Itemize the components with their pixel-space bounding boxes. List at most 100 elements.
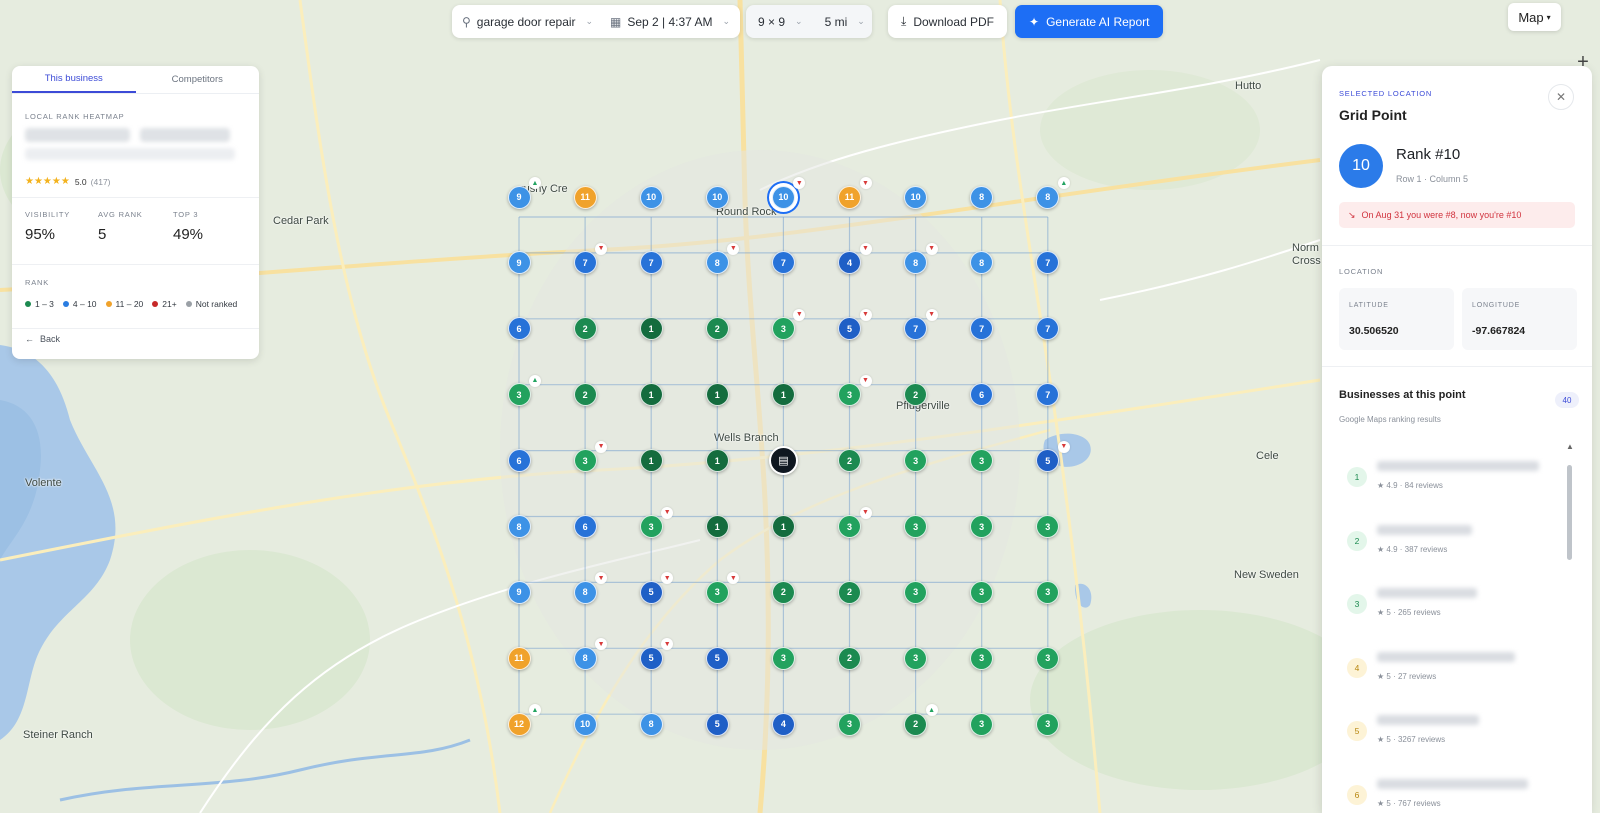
grid-point[interactable]: 3: [904, 580, 928, 604]
grid-point[interactable]: 8: [970, 185, 994, 209]
scroll-up-icon[interactable]: ▲: [1566, 442, 1574, 451]
radius-value: 5 mi: [824, 14, 848, 29]
rank-change-alert: ↘ On Aug 31 you were #8, now you're #10: [1339, 202, 1575, 228]
business-name-blurred: [1377, 778, 1529, 789]
radius-select[interactable]: 5 mi ⌄: [815, 5, 875, 38]
stat-avg-rank: AVG RANK 5: [98, 210, 143, 243]
tab-competitors[interactable]: Competitors: [136, 66, 260, 93]
business-list-item[interactable]: 5 ★ 5 · 3267 reviews: [1339, 707, 1559, 757]
grid-point[interactable]: 6: [507, 449, 531, 473]
grid-point[interactable]: 3: [904, 515, 928, 538]
grid-point[interactable]: 7: [639, 251, 663, 275]
grid-point[interactable]: 5: [639, 580, 663, 604]
grid-point[interactable]: 10: [904, 185, 928, 209]
grid-point[interactable]: 9: [507, 580, 531, 604]
grid-point[interactable]: 8: [573, 580, 597, 604]
scrollbar-thumb[interactable]: [1567, 465, 1572, 560]
grid-point[interactable]: 1: [771, 383, 795, 407]
divider: [12, 328, 259, 329]
generate-ai-report-button[interactable]: ✦ Generate AI Report: [1015, 5, 1164, 38]
business-meta: ★ 5 · 767 reviews: [1377, 798, 1441, 808]
grid-point[interactable]: 3: [1036, 646, 1060, 670]
businesses-title: Businesses at this point: [1339, 389, 1466, 401]
store-icon: ▤: [778, 455, 789, 468]
close-icon: ✕: [1555, 90, 1567, 104]
grid-point[interactable]: 8: [1036, 185, 1060, 209]
grid-point[interactable]: 10: [705, 185, 729, 209]
tab-this-business[interactable]: This business: [12, 66, 136, 93]
grid-point[interactable]: 3: [573, 449, 597, 473]
grid-point[interactable]: 3: [639, 515, 663, 538]
divider: [12, 197, 259, 198]
grid-point[interactable]: 10: [639, 185, 663, 209]
grid-point[interactable]: 2: [573, 317, 597, 341]
grid-point[interactable]: 8: [573, 646, 597, 670]
grid-point[interactable]: 3: [970, 712, 994, 736]
longitude-box: LONGITUDE -97.667824: [1462, 288, 1577, 350]
close-button[interactable]: ✕: [1548, 84, 1574, 110]
trend-down-icon: ↘: [1348, 209, 1356, 220]
grid-point[interactable]: 3: [705, 580, 729, 604]
business-location-pin[interactable]: ▤: [768, 446, 798, 476]
grid-point[interactable]: 3: [904, 646, 928, 670]
business-list-item[interactable]: 2 ★ 4.9 · 387 reviews: [1339, 517, 1559, 567]
grid-point[interactable]: 3: [970, 580, 994, 604]
grid-point[interactable]: 1: [639, 383, 663, 407]
grid-point[interactable]: 11: [507, 646, 531, 670]
map-label-volente: Volente: [25, 477, 62, 489]
grid-point[interactable]: 10: [771, 185, 795, 209]
grid-point[interactable]: 11: [573, 185, 597, 209]
latitude-box: LATITUDE 30.506520: [1339, 288, 1454, 350]
grid-point[interactable]: 1: [705, 515, 729, 538]
grid-point[interactable]: 3: [970, 646, 994, 670]
grid-point[interactable]: 5: [705, 646, 729, 670]
business-list-item[interactable]: 1 ★ 4.9 · 84 reviews: [1339, 453, 1559, 503]
grid-point[interactable]: 5: [639, 646, 663, 670]
keyword-value: garage door repair: [476, 14, 576, 29]
grid-point[interactable]: 1: [771, 515, 795, 538]
grid-point[interactable]: 8: [507, 515, 531, 538]
grid-size-select[interactable]: 9 × 9 ⌄: [746, 5, 815, 38]
date-select[interactable]: ▦ Sep 2 | 4:37 AM ⌄: [600, 5, 740, 38]
grid-point[interactable]: 9: [507, 185, 531, 209]
grid-point[interactable]: 11: [838, 185, 861, 209]
grid-point[interactable]: 6: [573, 515, 597, 538]
grid-point[interactable]: 3: [507, 383, 531, 407]
grid-point[interactable]: 4: [771, 712, 795, 736]
stat-label: TOP 3: [173, 210, 199, 219]
map-label-steiner-ranch: Steiner Ranch: [23, 729, 93, 741]
business-list-item[interactable]: 3 ★ 5 · 265 reviews: [1339, 580, 1559, 630]
grid-point[interactable]: 1: [639, 449, 663, 473]
grid-point[interactable]: 2: [838, 646, 861, 670]
grid-point[interactable]: 5: [705, 712, 729, 736]
grid-point[interactable]: 2: [771, 580, 795, 604]
grid-point[interactable]: 6: [507, 317, 531, 341]
business-list-item[interactable]: 6 ★ 5 · 767 reviews: [1339, 771, 1559, 813]
grid-point[interactable]: 10: [573, 712, 597, 736]
grid-point[interactable]: 2: [573, 383, 597, 407]
grid-point[interactable]: 8: [639, 712, 663, 736]
grid-point[interactable]: 1: [639, 317, 663, 341]
business-list-item[interactable]: 4 ★ 5 · 27 reviews: [1339, 644, 1559, 694]
grid-point[interactable]: 2: [904, 712, 928, 736]
longitude-value: -97.667824: [1472, 325, 1526, 337]
grid-point[interactable]: 3: [838, 712, 861, 736]
download-pdf-button[interactable]: ⤓ Download PDF: [888, 5, 1008, 38]
grid-point[interactable]: 3: [838, 515, 861, 538]
keyword-select[interactable]: ⚲ garage door repair ⌄: [452, 5, 600, 38]
grid-point[interactable]: 9: [507, 251, 531, 275]
rank-change-text: On Aug 31 you were #8, now you're #10: [1361, 210, 1522, 220]
grid-point[interactable]: 1: [705, 383, 729, 407]
grid-point[interactable]: 12: [507, 712, 531, 736]
back-button[interactable]: ← Back: [25, 334, 60, 344]
grid-point[interactable]: 2: [705, 317, 729, 341]
stat-top-3: TOP 3 49%: [173, 210, 203, 243]
map-type-button[interactable]: Map ▾: [1508, 3, 1561, 31]
grid-point[interactable]: 7: [573, 251, 597, 275]
business-meta: ★ 5 · 3267 reviews: [1377, 735, 1446, 744]
grid-point[interactable]: 2: [838, 449, 861, 473]
grid-point[interactable]: 1: [705, 449, 729, 473]
grid-point[interactable]: 2: [838, 580, 861, 604]
grid-point[interactable]: 3: [1036, 712, 1060, 736]
grid-point[interactable]: 3: [771, 646, 795, 670]
